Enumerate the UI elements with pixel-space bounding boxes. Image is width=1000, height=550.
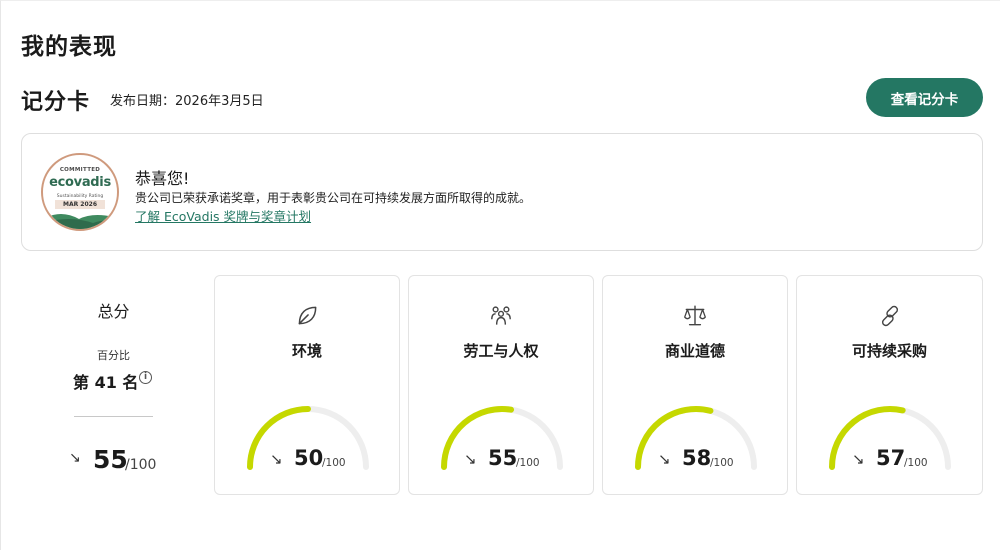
arrow-down-right-icon: ↘ bbox=[69, 450, 81, 466]
congrats-message: 贵公司已荣获承诺奖章，用于表彰贵公司在可持续发展方面所取得的成就。 bbox=[135, 191, 532, 205]
theme-score: 57 bbox=[876, 446, 906, 470]
theme-max: /100 bbox=[710, 457, 734, 469]
theme-card-environment[interactable]: 环境 ↘ 50 /100 bbox=[214, 275, 400, 495]
badge-subtitle: Sustainability Rating bbox=[56, 194, 104, 199]
page-title: 我的表现 bbox=[21, 34, 117, 60]
badge-status: COMMITTED bbox=[59, 167, 101, 173]
link-icon bbox=[881, 305, 898, 327]
theme-card-labor-human-rights[interactable]: 劳工与人权 ↘ 55 /100 bbox=[408, 275, 594, 495]
theme-label: 商业道德 bbox=[664, 342, 725, 360]
theme-label: 环境 bbox=[291, 342, 322, 360]
people-icon bbox=[491, 306, 511, 325]
percentile-rank: 第 41 名 bbox=[73, 373, 139, 392]
scorecard-title: 记分卡 bbox=[21, 90, 91, 115]
overall-score: 55 bbox=[93, 445, 128, 474]
theme-score: 50 bbox=[294, 446, 324, 470]
arrow-down-right-icon: ↘ bbox=[464, 450, 477, 468]
badge-logo: ecovadis bbox=[49, 175, 111, 190]
overall-title: 总分 bbox=[97, 302, 130, 321]
overall-max: /100 bbox=[125, 457, 157, 473]
info-icon[interactable]: i bbox=[139, 371, 152, 384]
divider bbox=[74, 416, 153, 417]
theme-score: 55 bbox=[488, 446, 518, 470]
scales-icon bbox=[684, 305, 706, 326]
arrow-down-right-icon: ↘ bbox=[852, 450, 865, 468]
theme-score: 58 bbox=[682, 446, 712, 470]
publish-date: 发布日期：2026年3月5日 bbox=[110, 94, 264, 109]
leaf-icon bbox=[298, 306, 317, 325]
theme-max: /100 bbox=[322, 457, 346, 469]
theme-label: 劳工与人权 bbox=[463, 342, 539, 360]
overall-score-panel: 总分 百分比 第 41 名 i ↘ 55 /100 bbox=[21, 275, 206, 495]
percentile-label: 百分比 bbox=[97, 349, 130, 362]
arrow-down-right-icon: ↘ bbox=[270, 450, 283, 468]
theme-card-ethics[interactable]: 商业道德 ↘ 58 /100 bbox=[602, 275, 788, 495]
ecovadis-badge: COMMITTED ecovadis Sustainability Rating… bbox=[41, 153, 119, 231]
arrow-down-right-icon: ↘ bbox=[658, 450, 671, 468]
view-scorecard-button[interactable]: 查看记分卡 bbox=[866, 78, 983, 117]
theme-label: 可持续采购 bbox=[851, 342, 927, 360]
medal-banner: COMMITTED ecovadis Sustainability Rating… bbox=[21, 133, 983, 251]
learn-medals-link[interactable]: 了解 EcoVadis 奖牌与奖章计划 bbox=[135, 206, 311, 225]
theme-card-sustainable-procurement[interactable]: 可持续采购 ↘ 57 /100 bbox=[796, 275, 983, 495]
congrats-heading: 恭喜您! bbox=[135, 169, 190, 188]
theme-max: /100 bbox=[904, 457, 928, 469]
theme-max: /100 bbox=[516, 457, 540, 469]
badge-hills bbox=[43, 214, 117, 229]
